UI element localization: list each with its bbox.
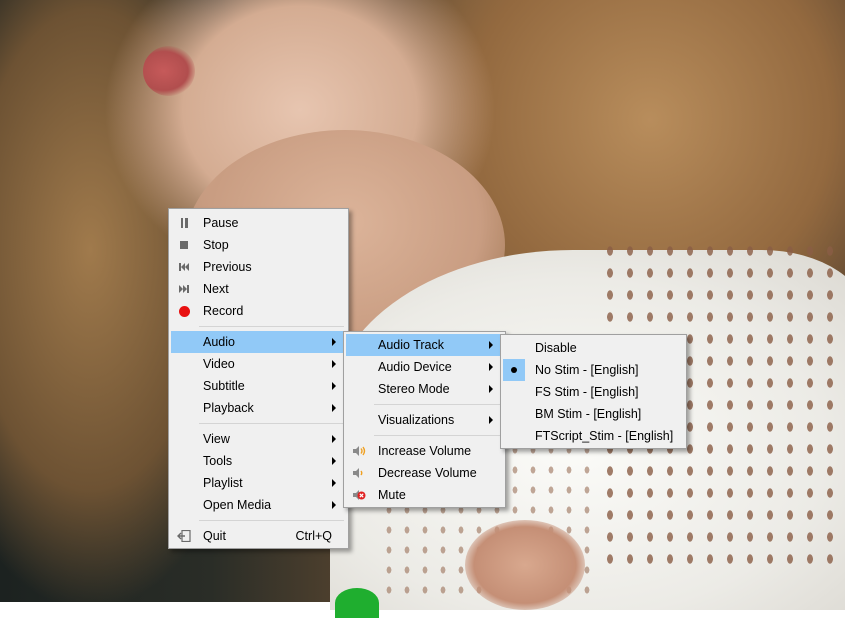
submenu-arrow-icon [332,501,336,509]
menu-item-pause[interactable]: Pause [171,212,346,234]
menu-item-mute[interactable]: Mute [346,484,503,506]
submenu-arrow-icon [332,404,336,412]
menu-item-increase-volume[interactable]: Increase Volume [346,440,503,462]
previous-icon [171,256,197,278]
next-icon [171,278,197,300]
submenu-arrow-icon [332,360,336,368]
submenu-arrow-icon [332,457,336,465]
menu-item-video[interactable]: Video [171,353,346,375]
context-menu-audio: Audio Track Audio Device Stereo Mode Vis… [343,331,506,508]
volume-down-icon [346,462,372,484]
video-frame-hand [465,520,585,610]
menu-item-tools[interactable]: Tools [171,450,346,472]
volume-up-icon [346,440,372,462]
submenu-arrow-icon [489,341,493,349]
menu-item-audio-device[interactable]: Audio Device [346,356,503,378]
menu-item-decrease-volume[interactable]: Decrease Volume [346,462,503,484]
video-frame-green-object [335,588,379,618]
menu-item-playlist[interactable]: Playlist [171,472,346,494]
submenu-arrow-icon [489,385,493,393]
menu-item-stereo-mode[interactable]: Stereo Mode [346,378,503,400]
submenu-arrow-icon [489,363,493,371]
menu-item-previous[interactable]: Previous [171,256,346,278]
submenu-arrow-icon [332,338,336,346]
menu-separator [374,435,501,436]
submenu-arrow-icon [489,416,493,424]
menu-item-fs-stim[interactable]: FS Stim - [English] [503,381,684,403]
context-menu-main: Pause Stop Previous Next Record Audio Vi… [168,208,349,549]
context-menu-audio-track: Disable No Stim - [English] FS Stim - [E… [500,334,687,449]
menu-separator [199,326,344,327]
menu-item-playback[interactable]: Playback [171,397,346,419]
submenu-arrow-icon [332,435,336,443]
video-frame-lips [143,46,195,96]
menu-item-audio-track[interactable]: Audio Track [346,334,503,356]
menu-item-stop[interactable]: Stop [171,234,346,256]
menu-item-open-media[interactable]: Open Media [171,494,346,516]
menu-separator [199,423,344,424]
stop-icon [171,234,197,256]
menu-item-quit[interactable]: Quit Ctrl+Q [171,525,346,547]
menu-item-audio[interactable]: Audio [171,331,346,353]
menu-item-next[interactable]: Next [171,278,346,300]
menu-item-visualizations[interactable]: Visualizations [346,409,503,431]
menu-item-view[interactable]: View [171,428,346,450]
submenu-arrow-icon [332,479,336,487]
pause-icon [171,212,197,234]
quit-icon [171,525,197,547]
menu-item-record[interactable]: Record [171,300,346,322]
shortcut-label: Ctrl+Q [295,529,332,543]
mute-icon [346,484,372,506]
menu-item-ftscript-stim[interactable]: FTScript_Stim - [English] [503,425,684,447]
menu-item-subtitle[interactable]: Subtitle [171,375,346,397]
submenu-arrow-icon [332,382,336,390]
menu-item-bm-stim[interactable]: BM Stim - [English] [503,403,684,425]
menu-item-disable[interactable]: Disable [503,337,684,359]
menu-item-no-stim[interactable]: No Stim - [English] [503,359,684,381]
radio-selected-icon [503,359,525,381]
menu-separator [199,520,344,521]
record-icon [171,300,197,322]
menu-separator [374,404,501,405]
